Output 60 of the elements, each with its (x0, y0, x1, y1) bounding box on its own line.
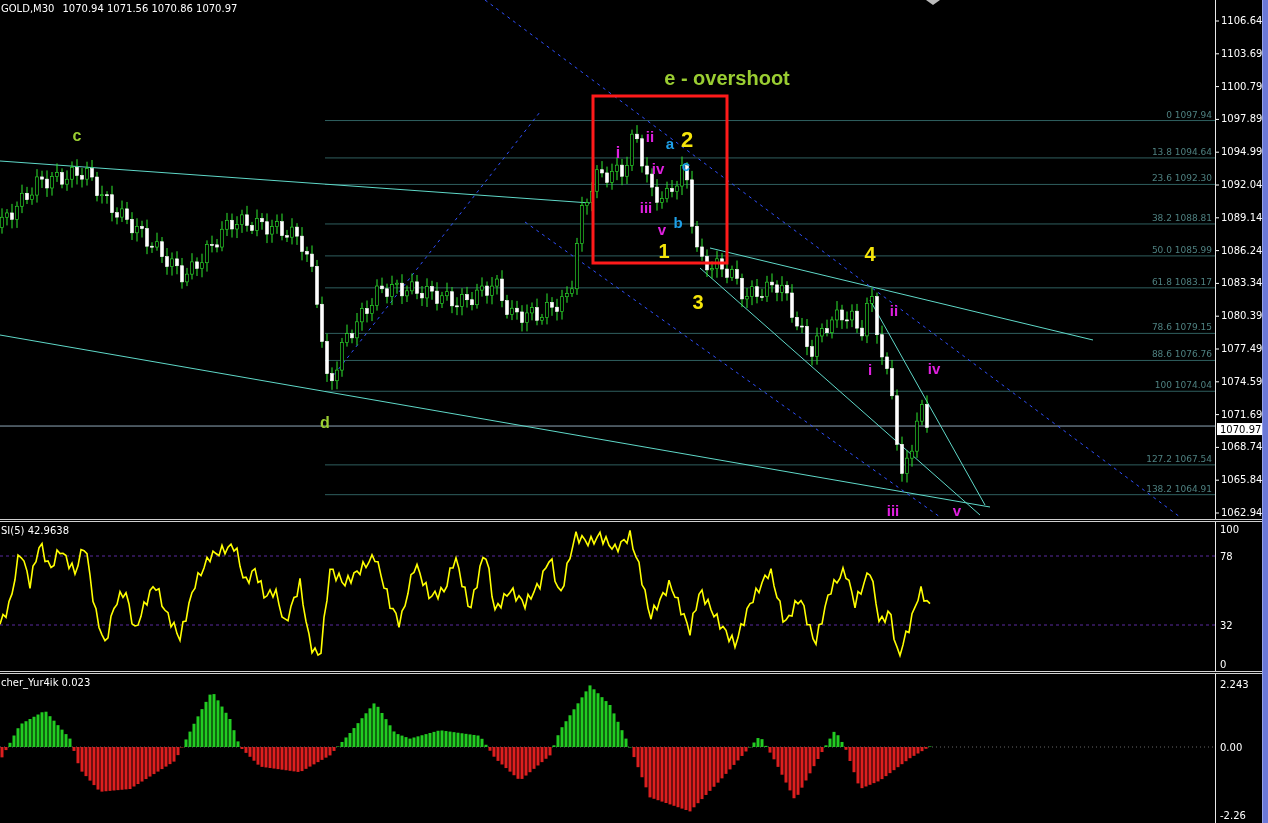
price-axis-label: 1065.84 (1221, 474, 1262, 486)
fib-level-label: 13.8 1094.64 (1151, 146, 1212, 157)
fib-level-label: 127.2 1067.54 (1146, 453, 1212, 464)
oscillator-axis-label: -2.26 (1220, 810, 1246, 821)
wave-label: 2 (680, 127, 694, 152)
wave-label: 4 (864, 243, 876, 265)
price-axis-label: 1103.69 (1221, 47, 1262, 59)
current-price-tag: 1070.97 (1217, 423, 1262, 436)
rsi-axis-label: 32 (1220, 620, 1233, 631)
indicator-header: cher_Yur4ik 0.023 (1, 677, 91, 688)
price-axis-label: 1086.24 (1221, 244, 1262, 256)
wave-label: b (673, 214, 683, 231)
price-axis-label: 1077.49 (1221, 343, 1262, 354)
price-axis-label: 1092.04 (1221, 179, 1262, 190)
indicator-header: SI(5) 42.9638 (1, 525, 69, 536)
fib-level-label: 61.8 1083.17 (1151, 276, 1212, 287)
wave-label: a (665, 135, 675, 152)
wave-label: c (681, 157, 691, 174)
price-axis-label: 1080.39 (1221, 310, 1262, 322)
price-axis-label: 1089.14 (1221, 211, 1262, 223)
price-axis-label: 1074.59 (1221, 375, 1262, 387)
wave-label: d (320, 414, 330, 431)
wave-label: iii (886, 502, 900, 519)
price-axis-label: 1100.79 (1221, 80, 1262, 92)
fib-level-label: 0 1097.94 (1166, 109, 1212, 120)
price-axis-label: 1106.64 (1221, 15, 1262, 26)
wave-label: iv (927, 360, 941, 377)
rsi-axis-label: 78 (1220, 551, 1233, 562)
wave-label: e - overshoot (664, 67, 790, 89)
fib-level-label: 100 1074.04 (1154, 380, 1212, 391)
wave-label: i (615, 144, 621, 161)
marker-icon (926, 0, 940, 5)
wave-label: 3 (692, 291, 704, 313)
fib-level-label: 23.6 1092.30 (1151, 173, 1212, 184)
oscillator-axis-label: 0.00 (1220, 742, 1243, 753)
oscillator-axis-label: 2.243 (1220, 679, 1249, 690)
price-axis-label: 1062.94 (1221, 507, 1262, 518)
ohlc-values: 1070.94 1071.56 1070.86 1070.97 (62, 3, 238, 14)
fib-level-label: 38.2 1088.81 (1151, 212, 1212, 223)
wave-label: 1 (658, 240, 670, 262)
fib-level-label: 138.2 1064.91 (1146, 483, 1212, 494)
symbol-label: GOLD,M30 (1, 3, 55, 14)
wave-label: iv (651, 160, 665, 177)
price-axis-label: 1068.74 (1221, 441, 1262, 453)
wave-label: v (657, 221, 667, 238)
wave-label: ii (645, 128, 655, 145)
rsi-axis-label: 0 (1220, 659, 1227, 670)
wave-label: iii (639, 199, 653, 216)
fib-level-label: 50.0 1085.99 (1151, 244, 1212, 255)
wave-label: c (72, 127, 82, 144)
price-axis-label: 1083.34 (1221, 277, 1262, 289)
fib-level-label: 78.6 1079.15 (1151, 322, 1212, 333)
price-axis-label: 1071.69 (1221, 408, 1262, 420)
rsi-axis-label: 100 (1220, 524, 1240, 535)
wave-label: ii (889, 302, 899, 319)
fib-level-label: 88.6 1076.76 (1151, 349, 1212, 360)
price-axis-label: 1097.89 (1221, 113, 1262, 125)
price-axis-label: 1094.99 (1221, 146, 1262, 158)
wave-label: i (867, 361, 873, 378)
wave-label: v (952, 502, 962, 519)
